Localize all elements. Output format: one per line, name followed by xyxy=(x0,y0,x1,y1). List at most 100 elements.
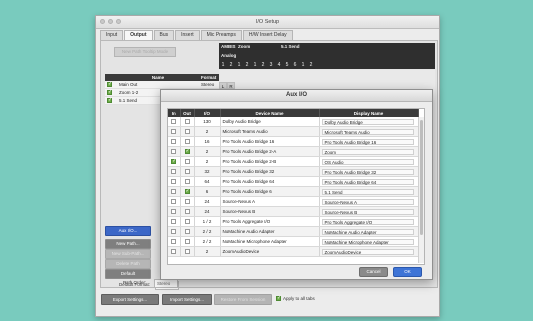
table-row[interactable]: 24 Source-Nexus A Source-Nexus A xyxy=(168,196,419,207)
display-name-field[interactable]: Pro Tools Audio Bridge 32 xyxy=(321,168,414,175)
display-name-field[interactable]: OS Audio xyxy=(321,158,414,165)
dialog-title: Aux I/O xyxy=(161,90,432,102)
device-name: Pro Tools Audio Bridge 16 xyxy=(220,136,320,147)
restore-from-session-button[interactable]: Restore From Session xyxy=(214,294,272,305)
display-name-field[interactable]: NoMachine Audio Adapter xyxy=(321,228,414,235)
path-enabled-checkbox[interactable] xyxy=(107,97,112,104)
in-checkbox[interactable] xyxy=(171,169,177,175)
table-row[interactable]: 2 Microsoft Teams Audio Microsoft Teams Au… xyxy=(168,126,419,137)
row-check-cell xyxy=(105,96,117,105)
in-checkbox[interactable] xyxy=(171,229,177,235)
device-name: Source-Nexus A xyxy=(220,196,320,207)
display-name-field[interactable]: Microsoft Teams Audio xyxy=(321,128,414,135)
display-name-field[interactable]: Pro Tools Audio Bridge 16 xyxy=(321,138,414,145)
out-checkbox[interactable] xyxy=(184,129,190,135)
display-name-cell: Pro Tools Audio Bridge 32 xyxy=(319,166,419,177)
delete-path-button[interactable]: Delete Path xyxy=(105,259,151,269)
out-checkbox[interactable] xyxy=(184,159,190,165)
out-checkbox[interactable] xyxy=(184,139,190,145)
out-checkbox[interactable] xyxy=(184,199,190,205)
in-checkbox[interactable] xyxy=(171,139,177,145)
channel-number: 1 xyxy=(253,62,257,68)
new-path-top-button[interactable]: New Path Tooltip Mode xyxy=(114,47,176,57)
close-button[interactable] xyxy=(100,19,105,24)
in-checkbox[interactable] xyxy=(171,119,177,125)
in-checkbox[interactable] xyxy=(171,189,177,195)
device-name: NoMachine Microphone Adapter xyxy=(220,236,320,247)
display-name-field[interactable]: Dolby Audio Bridge xyxy=(321,118,414,125)
table-row[interactable]: 2 / 2 NoMachine Audio Adapter NoMachine Au… xyxy=(168,226,419,237)
table-row[interactable]: 2Pro Tools Audio Bridge 2-BOS Audio xyxy=(168,156,419,167)
channel-assign-cell[interactable]: L xyxy=(219,82,227,89)
table-row[interactable]: 16 Pro Tools Audio Bridge 16 Pro Tools Aud… xyxy=(168,136,419,147)
in-checkbox-cell xyxy=(168,196,181,207)
table-row[interactable]: 64 Pro Tools Audio Bridge 64 Pro Tools Aud… xyxy=(168,176,419,187)
new-subpath-button[interactable]: New Sub-Path... xyxy=(105,249,151,259)
in-checkbox[interactable] xyxy=(171,219,177,225)
table-row[interactable]: 130 Dolby Audio Bridge Dolby Audio Bridge xyxy=(168,117,419,127)
io-count: 24 xyxy=(194,196,221,207)
in-checkbox[interactable] xyxy=(171,149,177,155)
display-name-field[interactable]: 5.1 Send xyxy=(321,188,414,195)
in-checkbox[interactable] xyxy=(171,249,177,255)
in-checkbox[interactable] xyxy=(171,179,177,185)
in-checkbox[interactable] xyxy=(171,199,177,205)
table-row[interactable]: 1 / 2 Pro Tools Aggregate I/O Pro Tools Ag… xyxy=(168,216,419,227)
apply-to-all-tabs-checkbox[interactable] xyxy=(276,295,281,301)
table-row[interactable]: 2 / 2 NoMachine Microphone Adapter NoMachi… xyxy=(168,236,419,247)
display-name-field[interactable]: Zoom xyxy=(321,148,414,155)
scrollbar-thumb[interactable] xyxy=(420,120,423,235)
table-row[interactable]: 24 Source-Nexus B Source-Nexus B xyxy=(168,206,419,217)
table-row[interactable]: 2Pro Tools Audio Bridge 2-AZoom xyxy=(168,146,419,157)
out-checkbox[interactable] xyxy=(184,249,190,255)
cancel-button[interactable]: Cancel xyxy=(359,267,388,277)
in-checkbox[interactable] xyxy=(171,239,177,245)
ok-button[interactable]: OK xyxy=(393,267,422,277)
scrollbar[interactable] xyxy=(418,117,424,263)
display-name-field[interactable]: Source-Nexus A xyxy=(321,198,414,205)
out-checkbox-cell xyxy=(180,196,195,207)
display-name-field[interactable]: ZoomAudioDevice xyxy=(321,248,414,255)
path-order-select[interactable]: Stereo xyxy=(154,279,178,288)
out-checkbox-cell xyxy=(180,176,195,187)
display-name-field[interactable]: Pro Tools Audio Bridge 64 xyxy=(321,178,414,185)
import-settings-button[interactable]: Import Settings... xyxy=(162,294,212,305)
table-row[interactable]: 2 ZoomAudioDevice ZoomAudioDevice xyxy=(168,246,419,257)
out-checkbox[interactable] xyxy=(184,169,190,175)
out-checkbox[interactable] xyxy=(184,148,190,155)
channel-number: 2 xyxy=(229,62,233,68)
aux-io-button[interactable]: Aux I/O... xyxy=(105,226,151,236)
out-checkbox[interactable] xyxy=(184,219,190,225)
out-checkbox[interactable] xyxy=(184,229,190,235)
table-row[interactable]: 32 Pro Tools Audio Bridge 32 Pro Tools Aud… xyxy=(168,166,419,177)
path-name[interactable]: Main Out xyxy=(117,81,199,89)
display-name-field[interactable]: Pro Tools Aggregate I/O xyxy=(321,218,414,225)
out-checkbox[interactable] xyxy=(184,209,190,215)
channel-assign-cell[interactable]: R xyxy=(227,82,235,89)
table-row[interactable]: 6Pro Tools Audio Bridge 65.1 Send xyxy=(168,186,419,197)
path-enabled-checkbox[interactable] xyxy=(107,89,112,96)
default-button[interactable]: Default xyxy=(105,269,151,279)
path-enabled-checkbox[interactable] xyxy=(107,81,112,88)
io-count: 24 xyxy=(194,206,221,217)
display-name-field[interactable]: NoMachine Microphone Adapter xyxy=(321,238,414,245)
out-checkbox[interactable] xyxy=(184,239,190,245)
out-checkbox[interactable] xyxy=(184,188,190,195)
minimize-button[interactable] xyxy=(108,19,113,24)
in-checkbox[interactable] xyxy=(171,209,177,215)
new-path-button[interactable]: New Path... xyxy=(105,239,151,249)
io-count: 2 xyxy=(194,126,221,137)
display-name-cell: Pro Tools Audio Bridge 16 xyxy=(319,136,419,147)
display-name-field[interactable]: Source-Nexus B xyxy=(321,208,414,215)
export-settings-button[interactable]: Export Settings... xyxy=(101,294,159,305)
in-checkbox[interactable] xyxy=(171,129,177,135)
out-checkbox[interactable] xyxy=(184,179,190,185)
zoom-button[interactable] xyxy=(116,19,121,24)
col-header-device-name: Device Name xyxy=(220,109,320,117)
out-checkbox[interactable] xyxy=(184,119,190,125)
in-checkbox[interactable] xyxy=(171,158,176,165)
out-checkbox-cell xyxy=(180,166,195,177)
table-header-name: Name xyxy=(117,74,199,81)
in-checkbox-cell xyxy=(168,246,181,257)
in-checkbox-cell xyxy=(168,156,181,167)
